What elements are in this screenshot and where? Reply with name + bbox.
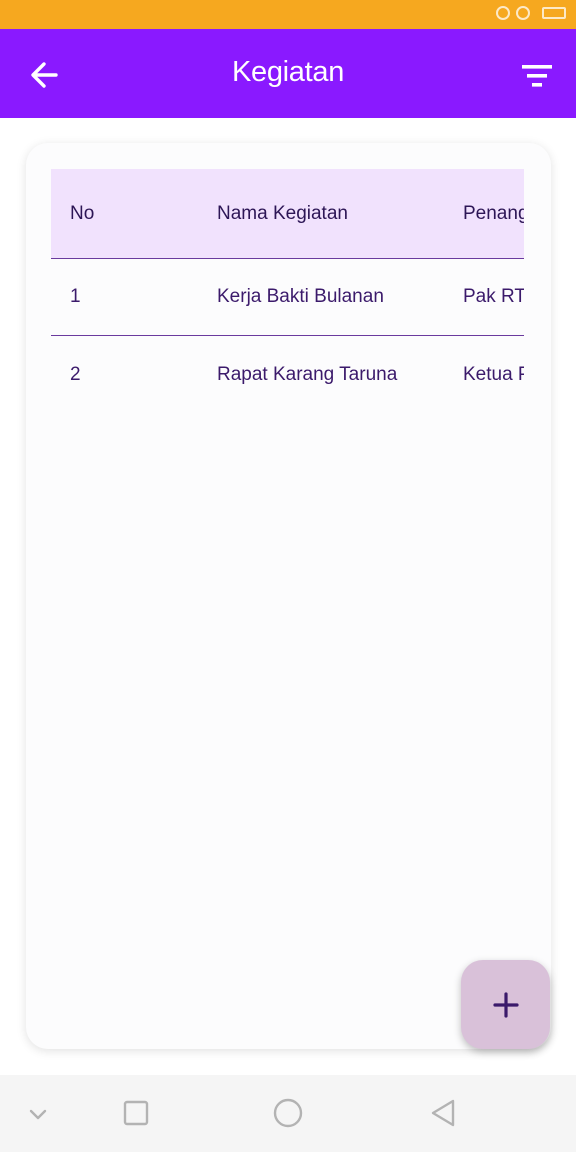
nav-recents-button[interactable] — [116, 1093, 156, 1133]
table-header: No Nama Kegiatan Penang — [51, 169, 524, 259]
cell-no: 1 — [70, 286, 81, 307]
header-penanggung-jawab[interactable]: Penang — [463, 169, 524, 258]
header-nama-kegiatan[interactable]: Nama Kegiatan — [217, 169, 348, 258]
circle-icon — [273, 1098, 303, 1128]
screen: Kegiatan No Nama Kegiatan Penang 1 Kerja… — [0, 0, 576, 1152]
nav-collapse-button[interactable] — [18, 1093, 58, 1133]
status-bar — [0, 0, 576, 29]
page-title: Kegiatan — [231, 56, 345, 88]
filter-icon — [522, 65, 552, 87]
status-icons — [496, 6, 566, 20]
table-row[interactable]: 1 Kerja Bakti Bulanan Pak RT — [51, 259, 524, 336]
battery-icon — [542, 7, 566, 19]
app-bar: Kegiatan — [0, 29, 576, 118]
cell-no: 2 — [70, 363, 81, 385]
header-no[interactable]: No — [70, 169, 94, 258]
cell-nama-kegiatan: Kerja Bakti Bulanan — [217, 286, 384, 307]
chevron-down-icon — [29, 1109, 47, 1120]
cell-nama-kegiatan: Rapat Karang Taruna — [217, 363, 398, 385]
triangle-back-icon — [431, 1099, 455, 1127]
table-row[interactable]: 2 Rapat Karang Taruna Ketua P — [51, 336, 524, 413]
add-activity-button[interactable] — [461, 960, 550, 1049]
plus-icon — [492, 991, 519, 1018]
alarm-icon — [496, 6, 510, 20]
cell-penanggung-jawab: Ketua P — [463, 363, 524, 385]
activity-card: No Nama Kegiatan Penang 1 Kerja Bakti Bu… — [26, 143, 551, 1049]
clock-icon — [516, 6, 530, 20]
cell-penanggung-jawab: Pak RT — [463, 286, 524, 307]
square-icon — [123, 1100, 149, 1126]
system-nav-bar — [0, 1075, 576, 1152]
activity-table[interactable]: No Nama Kegiatan Penang 1 Kerja Bakti Bu… — [51, 169, 524, 413]
nav-home-button[interactable] — [268, 1093, 308, 1133]
filter-button[interactable] — [516, 56, 560, 96]
nav-back-button[interactable] — [423, 1093, 463, 1133]
